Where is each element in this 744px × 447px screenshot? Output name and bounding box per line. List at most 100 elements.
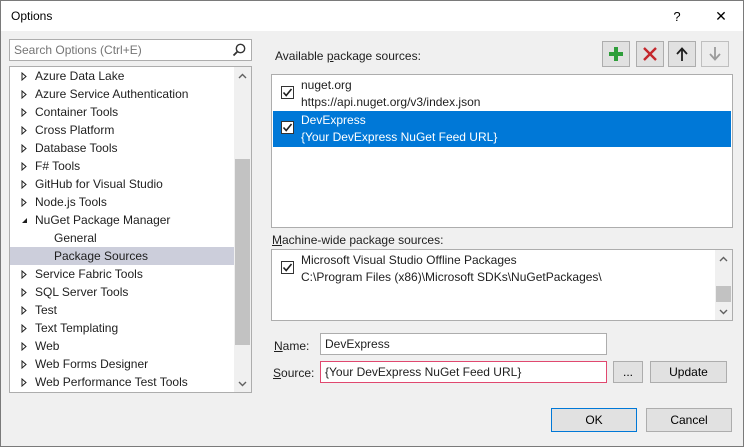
x-icon [643,47,657,61]
options-dialog: Options ? ✕ Azure Data Lake Azure Service… [0,0,744,447]
scroll-up-button[interactable] [234,67,251,84]
tree-item[interactable]: GitHub for Visual Studio [10,175,234,193]
tree-scrollbar[interactable] [234,67,251,392]
source-url: {Your DevExpress NuGet Feed URL} [301,130,498,144]
options-tree: Azure Data Lake Azure Service Authenticat… [9,66,252,393]
scroll-down-button[interactable] [715,303,732,320]
scroll-thumb[interactable] [716,286,731,302]
checkmark-icon [282,88,293,97]
source-row-nuget[interactable]: nuget.org https://api.nuget.org/v3/index… [273,76,731,112]
tree-item[interactable]: SQL Server Tools [10,283,234,301]
cancel-button[interactable]: Cancel [646,408,732,432]
source-checkbox[interactable] [281,121,294,134]
source-url: C:\Program Files (x86)\Microsoft SDKs\Nu… [301,270,602,284]
collapsed-arrow-icon[interactable] [19,139,29,157]
tree-item-label: GitHub for Visual Studio [35,177,163,191]
tree-item-label: Package Sources [54,249,149,263]
source-checkbox[interactable] [281,86,294,99]
source-row-offline-packages[interactable]: Microsoft Visual Studio Offline Packages… [273,251,713,287]
source-name: nuget.org [301,78,352,92]
checkmark-icon [282,263,293,272]
scroll-up-button[interactable] [715,250,732,267]
name-label: Name: [274,339,310,353]
arrow-down-icon [709,47,721,61]
tree-item[interactable]: F# Tools [10,157,234,175]
collapsed-arrow-icon[interactable] [19,373,29,391]
scroll-down-button[interactable] [234,375,251,392]
chevron-down-icon [719,309,728,314]
collapsed-arrow-icon[interactable] [19,355,29,373]
source-label: Source: [273,366,315,380]
source-checkbox[interactable] [281,261,294,274]
tree-item[interactable]: NuGet Package Manager [10,211,234,229]
tree-item-label: Text Templating [35,321,119,335]
collapsed-arrow-icon[interactable] [19,265,29,283]
move-down-button[interactable] [701,41,729,67]
available-sources-label: Available package sources: [275,49,421,63]
help-button[interactable]: ? [655,1,699,31]
tree-item[interactable]: General [10,229,234,247]
tree-item[interactable]: Service Fabric Tools [10,265,234,283]
collapsed-arrow-icon[interactable] [19,175,29,193]
tree-item-label: Database Tools [35,141,118,155]
tree-item[interactable]: Cross Platform [10,121,234,139]
tree-item-label: Azure Service Authentication [35,87,189,101]
tree-item[interactable]: Azure Service Authentication [10,85,234,103]
tree-item[interactable]: Azure Data Lake [10,67,234,85]
tree-item[interactable]: Package Sources [10,247,234,265]
tree-item[interactable]: Web Forms Designer [10,355,234,373]
tree-item[interactable]: Test [10,301,234,319]
tree-item-label: Node.js Tools [35,195,107,209]
collapsed-arrow-icon[interactable] [19,67,29,85]
tree-item[interactable]: Text Templating [10,319,234,337]
tree-item[interactable]: Web Performance Test Tools [10,373,234,391]
tree-item-label: Container Tools [35,105,119,119]
collapsed-arrow-icon[interactable] [19,283,29,301]
tree-item[interactable]: Web [10,337,234,355]
tree-item-label: Cross Platform [35,123,115,137]
search-input[interactable] [10,40,225,60]
remove-source-button[interactable] [636,41,664,67]
tree-item[interactable]: Node.js Tools [10,193,234,211]
window-title: Options [11,9,53,23]
tree-item-label: Test [35,303,58,317]
source-name: DevExpress [301,113,366,127]
chevron-up-icon [719,256,728,261]
source-url: https://api.nuget.org/v3/index.json [301,95,481,109]
collapsed-arrow-icon[interactable] [19,301,29,319]
collapsed-arrow-icon[interactable] [19,157,29,175]
source-url-input[interactable] [320,361,607,383]
add-source-button[interactable] [602,41,630,67]
close-button[interactable]: ✕ [699,1,743,31]
chevron-down-icon [238,381,247,386]
collapsed-arrow-icon[interactable] [19,85,29,103]
tree-list: Azure Data Lake Azure Service Authenticat… [10,67,234,391]
tree-item[interactable]: Container Tools [10,103,234,121]
tree-item-label: General [54,231,97,245]
collapsed-arrow-icon[interactable] [19,337,29,355]
update-button[interactable]: Update [650,361,727,383]
close-icon: ✕ [715,7,727,24]
source-row-devexpress[interactable]: DevExpress {Your DevExpress NuGet Feed U… [273,111,731,147]
expanded-arrow-icon[interactable] [19,211,29,229]
tree-item-label: NuGet Package Manager [35,213,171,227]
collapsed-arrow-icon[interactable] [19,103,29,121]
tree-item-label: Web Forms Designer [35,357,149,371]
help-icon: ? [673,8,681,24]
scroll-thumb[interactable] [235,159,250,345]
browse-button[interactable]: ... [613,361,643,383]
collapsed-arrow-icon[interactable] [19,319,29,337]
title-bar: Options ? ✕ [1,1,743,31]
move-up-button[interactable] [668,41,696,67]
machine-wide-scrollbar[interactable] [715,250,732,320]
machine-wide-sources-label: Machine-wide package sources: [272,233,444,247]
tree-item-label: Azure Data Lake [35,69,125,83]
collapsed-arrow-icon[interactable] [19,121,29,139]
tree-item-label: Web [35,339,60,353]
checkmark-icon [282,123,293,132]
collapsed-arrow-icon[interactable] [19,193,29,211]
tree-item[interactable]: Database Tools [10,139,234,157]
search-icon[interactable] [231,42,247,58]
name-input[interactable] [320,333,607,355]
ok-button[interactable]: OK [551,408,637,432]
